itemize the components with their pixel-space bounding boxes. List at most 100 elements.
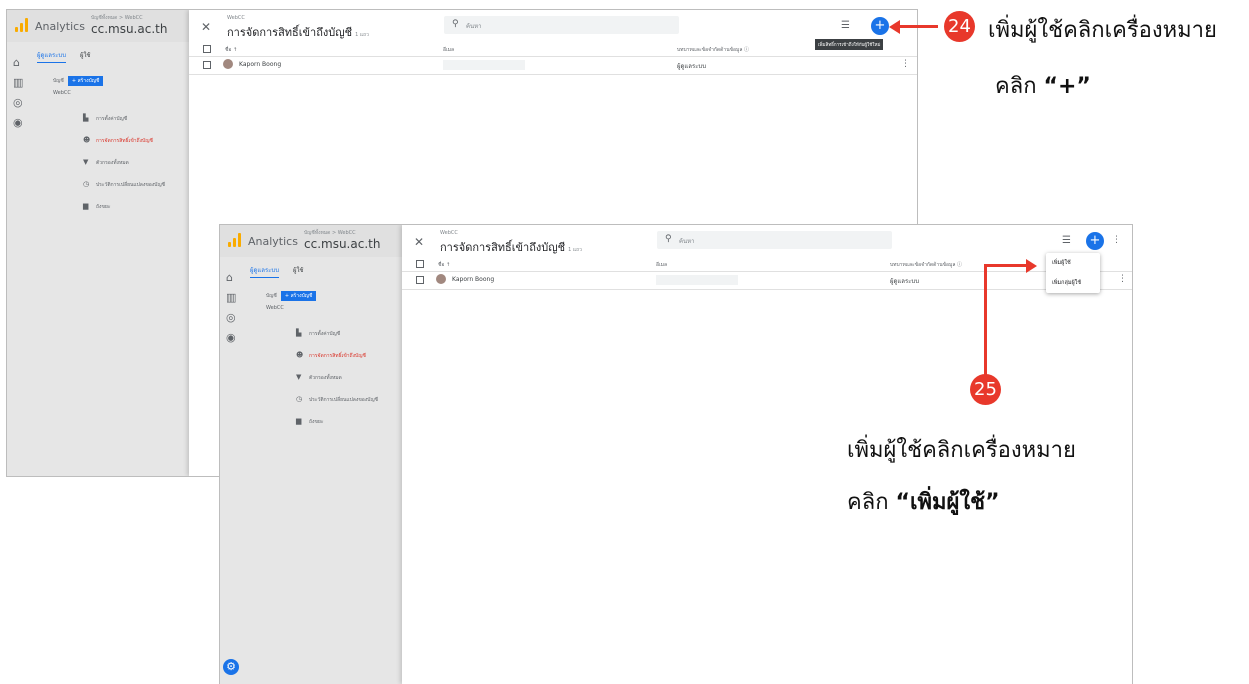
history-icon: ◷ <box>296 395 303 403</box>
avatar <box>223 59 233 69</box>
settings-gear-icon[interactable]: ⚙ <box>223 659 239 675</box>
property-selector[interactable]: cc.msu.ac.th <box>91 22 167 36</box>
select-all-checkbox[interactable] <box>203 45 211 53</box>
ga-header: Analytics บัญชีทั้งหมด > WebCC cc.msu.ac… <box>220 225 405 257</box>
arrow-line-25-vertical <box>984 264 987 376</box>
ga-header: Analytics บัญชีทั้งหมด > WebCC cc.msu.ac… <box>7 10 207 42</box>
instruction-24-line2: คลิก “+” <box>995 74 1091 99</box>
filter-icon[interactable]: ☰ <box>1062 235 1071 246</box>
arrow-line-25-horizontal <box>984 264 1028 267</box>
instruction-24-line1: เพิ่มผู้ใช้คลิกเครื่องหมาย <box>988 18 1217 43</box>
create-account-button[interactable]: + สร้างบัญชี <box>67 76 104 86</box>
filter-icon[interactable]: ☰ <box>841 20 850 31</box>
panel-account: WebCC <box>440 230 458 236</box>
search-input[interactable]: ⚲ ค้นหา <box>444 16 679 34</box>
tab-user[interactable]: ผู้ใช้ <box>80 50 91 62</box>
create-account-button[interactable]: + สร้างบัญชี <box>280 291 317 301</box>
tab-admin[interactable]: ผู้ดูแลระบบ <box>250 265 280 278</box>
menu-access-management[interactable]: ☻ การจัดการสิทธิ์เข้าถึงบัญชี <box>83 136 153 145</box>
instruction-25-line1: เพิ่มผู้ใช้คลิกเครื่องหมาย <box>847 438 1076 463</box>
app-title: Analytics <box>248 235 298 248</box>
email-redacted <box>656 275 738 285</box>
explore-icon[interactable]: ◎ <box>226 311 236 324</box>
search-icon: ⚲ <box>452 19 459 29</box>
home-icon[interactable]: ⌂ <box>226 271 233 284</box>
account-row: บัญชี + สร้างบัญชี <box>266 291 317 301</box>
analytics-logo-icon <box>228 233 242 247</box>
menu-access-management[interactable]: ☻ การจัดการสิทธิ์เข้าถึงบัญชี <box>296 351 366 360</box>
row-count: 1 แถว <box>355 32 369 38</box>
user-name: Kaporn Boong <box>239 61 282 68</box>
reports-icon[interactable]: ▥ <box>13 76 23 89</box>
tab-admin[interactable]: ผู้ดูแลระบบ <box>37 50 67 63</box>
advertising-icon[interactable]: ◉ <box>13 116 23 129</box>
left-rail: ⌂ ▥ ◎ ◉ <box>7 44 29 476</box>
history-icon: ◷ <box>83 180 90 188</box>
trash-icon: ▆ <box>83 202 89 210</box>
people-icon: ☻ <box>83 136 91 144</box>
col-role: บทบาทและข้อจำกัดด้านข้อมูล ⓘ <box>890 262 962 268</box>
col-email: อีเมล <box>656 262 668 268</box>
admin-tabs: ผู้ดูแลระบบ ผู้ใช้ <box>250 265 315 278</box>
left-rail: ⌂ ▥ ◎ ◉ <box>220 259 242 684</box>
close-icon[interactable]: ✕ <box>414 235 424 249</box>
close-icon[interactable]: ✕ <box>201 20 211 34</box>
menu-change-history[interactable]: ◷ ประวัติการเปลี่ยนแปลงของบัญชี <box>83 180 165 189</box>
home-icon[interactable]: ⌂ <box>13 56 20 69</box>
add-button[interactable]: + <box>1086 232 1104 250</box>
menu-account-settings[interactable]: ▙ การตั้งค่าบัญชี <box>83 114 127 123</box>
building-icon: ▙ <box>296 329 302 337</box>
breadcrumb[interactable]: บัญชีทั้งหมด > WebCC <box>304 229 356 237</box>
property-selector[interactable]: cc.msu.ac.th <box>304 237 380 251</box>
arrow-line-24 <box>896 25 938 28</box>
row-checkbox[interactable] <box>416 276 424 284</box>
search-input[interactable]: ⚲ ค้นหา <box>657 231 892 249</box>
account-name: WebCC <box>266 305 284 311</box>
menu-change-history[interactable]: ◷ ประวัติการเปลี่ยนแปลงของบัญชี <box>296 395 378 404</box>
app-title: Analytics <box>35 20 85 33</box>
account-label: บัญชี <box>266 293 277 299</box>
breadcrumb[interactable]: บัญชีทั้งหมด > WebCC <box>91 14 143 22</box>
ga-background <box>7 10 207 476</box>
add-button[interactable]: + <box>871 17 889 35</box>
menu-trash[interactable]: ▆ ถังขยะ <box>296 417 324 426</box>
filter-icon: ▼ <box>83 158 89 166</box>
col-name[interactable]: ชื่อ ↑ <box>438 261 450 269</box>
menu-filters[interactable]: ▼ ตัวกรองทั้งหมด <box>296 373 342 382</box>
menu-trash[interactable]: ▆ ถังขยะ <box>83 202 111 211</box>
instruction-25-line2: คลิก “เพิ่มผู้ใช้” <box>847 490 1000 515</box>
panel-title: การจัดการสิทธิ์เข้าถึงบัญชี 1 แถว <box>440 241 582 254</box>
menu-add-user-group[interactable]: เพิ่มกลุ่มผู้ใช้ <box>1046 273 1100 293</box>
col-name[interactable]: ชื่อ ↑ <box>225 46 237 54</box>
select-all-checkbox[interactable] <box>416 260 424 268</box>
col-role: บทบาทและข้อจำกัดด้านข้อมูล ⓘ <box>677 47 749 53</box>
row-more-icon[interactable]: ⋮ <box>1118 274 1127 284</box>
trash-icon: ▆ <box>296 417 302 425</box>
advertising-icon[interactable]: ◉ <box>226 331 236 344</box>
filter-icon: ▼ <box>296 373 302 381</box>
arrow-head-25 <box>1026 259 1037 273</box>
analytics-logo-icon <box>15 18 29 32</box>
avatar <box>436 274 446 284</box>
account-label: บัญชี <box>53 78 64 84</box>
account-row: บัญชี + สร้างบัญชี <box>53 76 104 86</box>
search-icon: ⚲ <box>665 234 672 244</box>
menu-filters[interactable]: ▼ ตัวกรองทั้งหมด <box>83 158 129 167</box>
row-checkbox[interactable] <box>203 61 211 69</box>
reports-icon[interactable]: ▥ <box>226 291 236 304</box>
arrow-head-24 <box>889 20 900 34</box>
table-header: ชื่อ ↑ อีเมล บทบาทและข้อจำกัดด้านข้อมูล … <box>189 42 917 57</box>
menu-account-settings[interactable]: ▙ การตั้งค่าบัญชี <box>296 329 340 338</box>
more-icon[interactable]: ⋮ <box>1112 235 1121 245</box>
add-dropdown-menu: เพิ่มผู้ใช้ เพิ่มกลุ่มผู้ใช้ <box>1046 253 1100 293</box>
step-badge-24: 24 <box>944 11 975 42</box>
explore-icon[interactable]: ◎ <box>13 96 23 109</box>
tab-user[interactable]: ผู้ใช้ <box>293 265 304 277</box>
table-row[interactable]: Kaporn Boong ผู้ดูแลระบบ ⋮ <box>402 271 1132 290</box>
more-icon[interactable]: ⋮ <box>901 59 910 69</box>
panel-account: WebCC <box>227 15 245 21</box>
account-name: WebCC <box>53 90 71 96</box>
table-row[interactable]: Kaporn Boong ผู้ดูแลระบบ ⋮ <box>189 56 917 75</box>
menu-add-user[interactable]: เพิ่มผู้ใช้ <box>1046 253 1100 273</box>
panel-title: การจัดการสิทธิ์เข้าถึงบัญชี 1 แถว <box>227 26 369 39</box>
